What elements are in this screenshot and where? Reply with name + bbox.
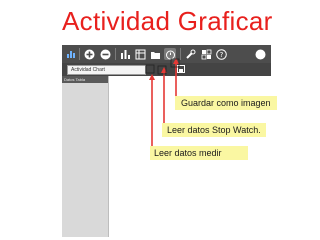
callout-measure: Leer datos medir xyxy=(150,146,248,160)
app-screenshot: ? Actividad Chart Datos Tabla xyxy=(62,45,271,237)
slide-title: Actividad Graficar xyxy=(62,6,273,36)
save-image-icon[interactable] xyxy=(176,63,186,75)
add-icon[interactable] xyxy=(83,48,95,60)
panel-header: Datos Tabla xyxy=(62,76,108,83)
callout-save-image: Guardar como imagen xyxy=(175,96,277,110)
chart-bar: Actividad Chart xyxy=(62,63,271,76)
help-icon[interactable]: ? xyxy=(215,48,227,60)
svg-text:?: ? xyxy=(219,51,223,59)
folder-icon[interactable] xyxy=(149,48,161,60)
callout-stopwatch: Leer datos Stop Watch. xyxy=(162,123,266,137)
remove-icon[interactable] xyxy=(99,48,111,60)
wrench-icon[interactable] xyxy=(184,48,196,60)
toolbar: ? xyxy=(62,45,271,63)
record-icon[interactable] xyxy=(254,48,266,60)
timer-icon[interactable] xyxy=(164,48,176,60)
table-icon[interactable] xyxy=(134,48,146,60)
grid-icon[interactable] xyxy=(200,48,212,60)
data-panel: Datos Tabla xyxy=(62,76,109,237)
chart-icon[interactable] xyxy=(65,48,77,60)
chart-name-input[interactable]: Actividad Chart xyxy=(67,65,146,75)
bar-chart-icon[interactable] xyxy=(119,48,131,60)
